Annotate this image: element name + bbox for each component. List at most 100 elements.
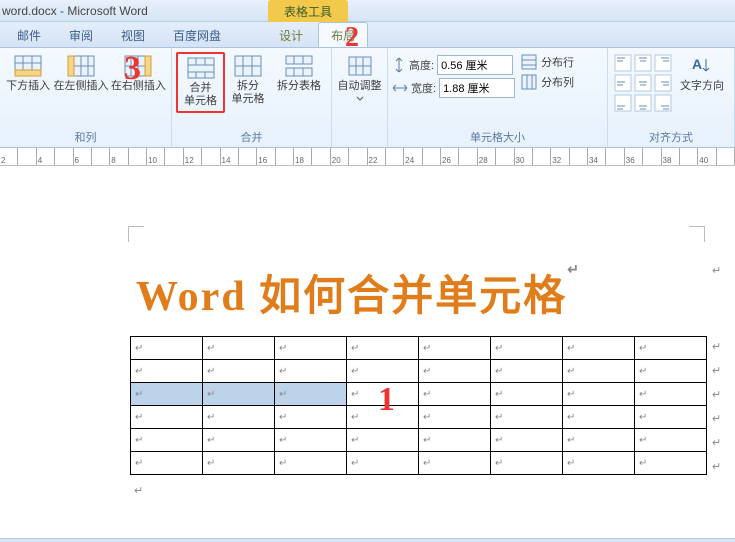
table-cell[interactable]: ↵ [275,337,347,360]
table-cell[interactable]: ↵ [347,360,419,383]
group-autofit-title [336,143,383,147]
title-text: word.docx - Microsoft Word [2,4,148,18]
align-bot-right-button[interactable] [654,94,672,112]
document-area[interactable]: Word 如何合并单元格↵ ↵↵↵↵↵↵↵↵↵↵↵↵↵↵↵↵↵↵↵↵↵↵↵↵↵↵… [0,166,735,538]
align-mid-left-button[interactable] [614,74,632,92]
table-cell[interactable]: ↵ [563,429,635,452]
table-cell[interactable]: ↵ [635,406,707,429]
text-direction-icon: A [688,55,716,77]
table-cell[interactable]: ↵ [491,429,563,452]
table-cell[interactable]: ↵ [635,383,707,406]
tab-layout[interactable]: 布局 [318,22,368,47]
align-bot-center-button[interactable] [634,94,652,112]
table-row[interactable]: ↵↵↵↵↵↵↵↵ [131,383,707,406]
table-cell[interactable]: ↵ [419,452,491,475]
tab-baidu[interactable]: 百度网盘 [160,22,234,47]
merge-cells-button[interactable]: 合并 单元格 [176,52,225,113]
insert-below-button[interactable]: 下方插入 [4,52,52,96]
table-row[interactable]: ↵↵↵↵↵↵↵↵ [131,406,707,429]
table-cell[interactable]: ↵ [635,452,707,475]
table-cell[interactable]: ↵ [275,429,347,452]
align-mid-right-button[interactable] [654,74,672,92]
paragraph-mark: ↵ [712,460,721,473]
table-cell[interactable]: ↵ [347,337,419,360]
align-top-left-button[interactable] [614,54,632,72]
row-height-control[interactable]: 高度: [392,55,515,75]
align-top-right-button[interactable] [654,54,672,72]
distribute-cols-button[interactable]: 分布列 [521,74,574,90]
table-cell[interactable]: ↵ [419,406,491,429]
tab-view[interactable]: 视图 [108,22,158,47]
svg-text:A: A [692,56,702,72]
align-top-center-button[interactable] [634,54,652,72]
table-cell[interactable]: ↵ [563,360,635,383]
table-cell[interactable]: ↵ [419,337,491,360]
table-cell[interactable]: ↵ [419,383,491,406]
table-cell[interactable]: ↵ [635,360,707,383]
row-height-input[interactable] [437,55,513,75]
table-cell[interactable]: ↵ [419,429,491,452]
table-cell[interactable]: ↵ [347,429,419,452]
table-cell[interactable]: ↵ [131,360,203,383]
distribute-cols-label: 分布列 [541,74,574,90]
annotation-2: 2 [345,22,359,54]
tab-review[interactable]: 审阅 [56,22,106,47]
unmerge-cells-icon [234,55,262,77]
tab-mail[interactable]: 邮件 [4,22,54,47]
table-cell[interactable]: ↵ [203,337,275,360]
table-cell[interactable]: ↵ [131,383,203,406]
table-cell[interactable]: ↵ [419,360,491,383]
autofit-button[interactable]: 自动调整 [336,52,383,105]
text-direction-button[interactable]: A 文字方向 [674,52,730,96]
ribbon: 下方插入 在左侧插入 在右侧插入 和列 合并 单元格 拆分 单元格 [0,48,735,148]
table-cell[interactable]: ↵ [347,452,419,475]
table-cell[interactable]: ↵ [131,452,203,475]
unmerge-cells-button[interactable]: 拆分 单元格 [225,52,271,109]
insert-left-button[interactable]: 在左侧插入 [52,52,109,96]
table-cell[interactable]: ↵ [275,360,347,383]
document-heading: Word 如何合并单元格↵ [136,262,581,323]
table-cell[interactable]: ↵ [635,337,707,360]
table-cell[interactable]: ↵ [563,452,635,475]
table-row[interactable]: ↵↵↵↵↵↵↵↵ [131,452,707,475]
table-cell[interactable]: ↵ [203,429,275,452]
align-bot-left-button[interactable] [614,94,632,112]
table-cell[interactable]: ↵ [491,452,563,475]
table-cell[interactable]: ↵ [563,406,635,429]
split-table-button[interactable]: 拆分表格 [271,52,327,96]
insert-left-label: 在左侧插入 [53,80,108,93]
table-cell[interactable]: ↵ [131,337,203,360]
table-cell[interactable]: ↵ [491,337,563,360]
group-cellsize-title: 单元格大小 [392,127,603,147]
table-row[interactable]: ↵↵↵↵↵↵↵↵ [131,337,707,360]
table-cell[interactable]: ↵ [203,360,275,383]
table-cell[interactable]: ↵ [491,406,563,429]
table-cell[interactable]: ↵ [275,452,347,475]
table-cell[interactable]: ↵ [563,383,635,406]
unmerge-cells-label: 拆分 单元格 [232,80,265,106]
table-cell[interactable]: ↵ [491,360,563,383]
table-cell[interactable]: ↵ [131,429,203,452]
title-bar: word.docx - Microsoft Word [0,0,735,22]
col-width-input[interactable] [439,78,515,98]
table-row[interactable]: ↵↵↵↵↵↵↵↵ [131,429,707,452]
distribute-rows-button[interactable]: 分布行 [521,54,574,70]
table-cell[interactable]: ↵ [275,383,347,406]
col-width-icon [392,81,408,95]
col-width-control[interactable]: 宽度: [392,78,515,98]
document-table[interactable]: ↵↵↵↵↵↵↵↵↵↵↵↵↵↵↵↵↵↵↵↵↵↵↵↵↵↵↵↵↵↵↵↵↵↵↵↵↵↵↵↵… [130,336,707,475]
table-cell[interactable]: ↵ [203,452,275,475]
table-row[interactable]: ↵↵↵↵↵↵↵↵ [131,360,707,383]
distribute-rows-label: 分布行 [541,54,574,70]
table-cell[interactable]: ↵ [203,383,275,406]
tab-design[interactable]: 设计 [266,22,316,47]
horizontal-ruler[interactable]: 246810121416182022242628303234363840 [0,148,735,166]
table-cell[interactable]: ↵ [563,337,635,360]
table-cell[interactable]: ↵ [203,406,275,429]
table-cell[interactable]: ↵ [275,406,347,429]
align-mid-center-button[interactable] [634,74,652,92]
table-cell[interactable]: ↵ [131,406,203,429]
table-cell[interactable]: ↵ [491,383,563,406]
merge-cells-label: 合并 单元格 [184,82,217,108]
table-cell[interactable]: ↵ [635,429,707,452]
